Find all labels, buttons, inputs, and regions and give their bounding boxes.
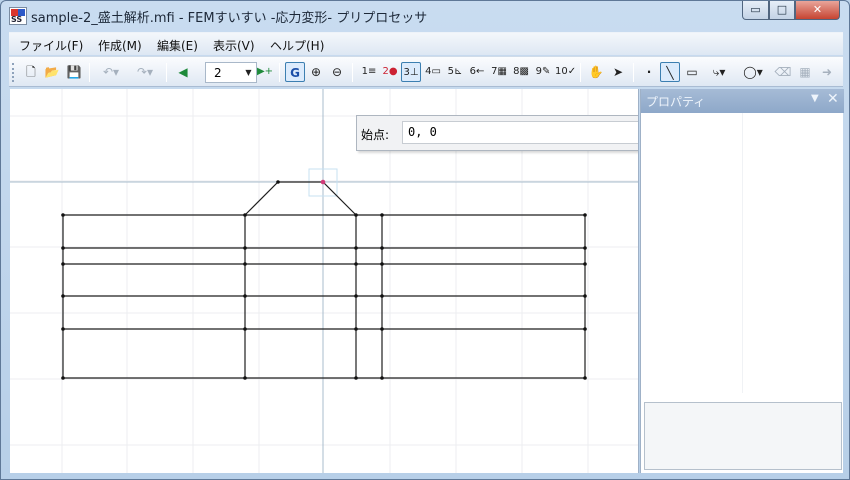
mesh-table-icon[interactable]: 7▦ bbox=[489, 62, 509, 82]
add-page-icon[interactable]: ▶+ bbox=[255, 62, 275, 82]
open-folder-icon[interactable]: 📂 bbox=[42, 62, 62, 82]
app-window: SS sample-2_盛土解析.mfi - FEMすいすい -応力変形- プリ… bbox=[0, 0, 850, 480]
mesh-generate-icon[interactable]: ▦ bbox=[795, 62, 815, 82]
previous-page-icon[interactable]: ◀ bbox=[173, 62, 193, 82]
embankment-mesh bbox=[62, 181, 586, 379]
save-icon[interactable]: 💾 bbox=[64, 62, 84, 82]
maximize-button[interactable]: □ bbox=[769, 1, 795, 20]
zoom-in-icon[interactable]: ⊕ bbox=[306, 62, 326, 82]
element-frame-icon[interactable]: 4▭ bbox=[423, 62, 443, 82]
redo-icon[interactable]: ↷▾ bbox=[131, 62, 159, 82]
pan-hand-icon[interactable]: ✋ bbox=[586, 62, 606, 82]
properties-title: プロパティ bbox=[646, 95, 706, 109]
menu-create[interactable]: 作成(M) bbox=[98, 37, 142, 54]
node-number-icon[interactable]: 1≡ bbox=[359, 62, 379, 82]
window-title: sample-2_盛土解析.mfi - FEMすいすい -応力変形- プリプロセ… bbox=[31, 11, 428, 26]
menu-view[interactable]: 表示(V) bbox=[213, 37, 255, 54]
boundary-icon[interactable]: 5⊾ bbox=[445, 62, 465, 82]
toolbar-separator bbox=[166, 63, 167, 82]
arc-tool-icon[interactable]: ⤷▾ bbox=[705, 62, 733, 82]
chevron-down-icon[interactable]: ▼ bbox=[242, 64, 255, 81]
title-bar[interactable]: SS sample-2_盛土解析.mfi - FEMすいすい -応力変形- プリ… bbox=[1, 1, 849, 31]
selected-node bbox=[320, 179, 326, 185]
start-point-input[interactable]: 0, 0 bbox=[402, 121, 638, 144]
grid-snap-icon[interactable]: G bbox=[285, 62, 305, 82]
toolbar-separator bbox=[352, 63, 353, 82]
new-file-icon[interactable]: 🗋 bbox=[21, 62, 41, 82]
properties-panel: プロパティ ▼ ✕ bbox=[640, 89, 844, 473]
analysis-setting-icon[interactable]: 9✎ bbox=[533, 62, 553, 82]
page-number-select[interactable]: 2 ▼ bbox=[205, 62, 257, 83]
load-icon[interactable]: 6← bbox=[467, 62, 487, 82]
point-tool-icon[interactable]: · bbox=[639, 62, 659, 82]
close-icon[interactable]: ✕ bbox=[827, 91, 839, 107]
toolbar-separator bbox=[89, 63, 90, 82]
menu-edit[interactable]: 編集(E) bbox=[157, 37, 198, 54]
circle-tool-icon[interactable]: ◯▾ bbox=[739, 62, 767, 82]
app-icon[interactable]: SS bbox=[9, 7, 27, 25]
mesh-nodes bbox=[61, 180, 587, 380]
toolbar-separator bbox=[633, 63, 634, 82]
undo-icon[interactable]: ↶▾ bbox=[97, 62, 125, 82]
material-color-icon[interactable]: 2● bbox=[380, 62, 400, 82]
eraser-icon[interactable]: ⌫ bbox=[773, 62, 793, 82]
page-number-value: 2 bbox=[214, 66, 222, 80]
toolbar-separator bbox=[279, 63, 280, 82]
rectangle-tool-icon[interactable]: ▭ bbox=[682, 62, 702, 82]
dropdown-arrow-icon[interactable]: ▼ bbox=[811, 93, 819, 104]
menu-file[interactable]: ファイル(F) bbox=[19, 37, 83, 54]
menu-bar: ファイル(F) 作成(M) 編集(E) 表示(V) ヘルプ(H) bbox=[9, 32, 843, 55]
go-run-icon[interactable]: ➜ bbox=[817, 62, 837, 82]
toolbar-grip[interactable] bbox=[12, 63, 15, 82]
close-button[interactable]: ✕ bbox=[795, 1, 840, 20]
toolbar-separator bbox=[580, 63, 581, 82]
select-arrow-icon[interactable]: ➤ bbox=[608, 62, 628, 82]
complete-check-icon[interactable]: 10✓ bbox=[555, 62, 576, 82]
toolbar: 🗋 📂 💾 ↶▾ ↷▾ ◀ 2 ▼ ▶+ G ⊕ ⊖ 1≡ 2● 3⊥ 4▭ 5… bbox=[9, 56, 843, 87]
properties-header[interactable]: プロパティ ▼ ✕ bbox=[641, 89, 844, 113]
check-mesh-icon[interactable]: 8▩ bbox=[511, 62, 531, 82]
start-point-label: 始点: bbox=[361, 128, 390, 142]
property-description bbox=[644, 402, 842, 470]
dimension-icon[interactable]: 3⊥ bbox=[401, 62, 421, 82]
drawing-canvas[interactable]: 始点: 0, 0 確定 bbox=[10, 89, 639, 473]
zoom-out-icon[interactable]: ⊖ bbox=[327, 62, 347, 82]
line-tool-icon[interactable]: ╲ bbox=[660, 62, 680, 82]
minimize-button[interactable]: ▭ bbox=[742, 1, 769, 20]
menu-help[interactable]: ヘルプ(H) bbox=[270, 37, 324, 54]
property-grid[interactable] bbox=[641, 113, 844, 398]
start-point-panel: 始点: 0, 0 確定 bbox=[356, 115, 638, 151]
